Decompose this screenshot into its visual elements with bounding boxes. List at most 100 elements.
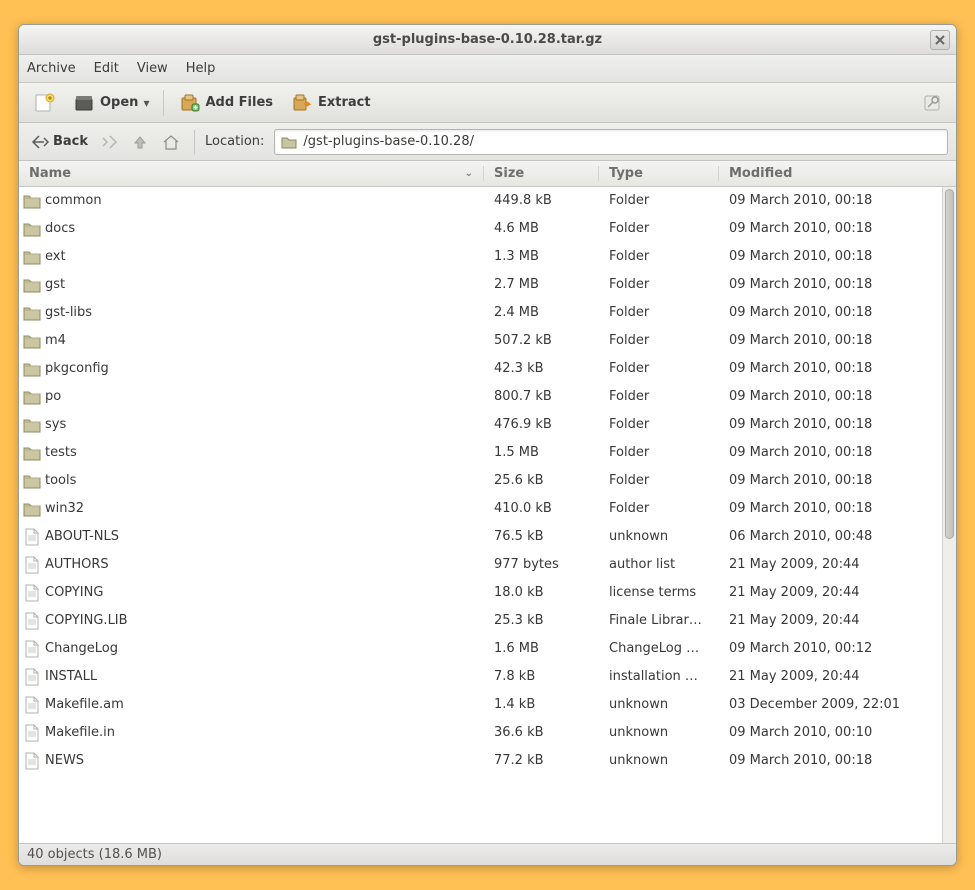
navbar: Back Location: /gst-plugins-base-0.10.28… — [19, 123, 956, 161]
location-field[interactable]: /gst-plugins-base-0.10.28/ — [274, 129, 948, 155]
file-name: AUTHORS — [45, 557, 484, 572]
file-modified: 21 May 2009, 20:44 — [719, 613, 942, 628]
table-row[interactable]: COPYING18.0 kBlicense terms21 May 2009, … — [19, 579, 942, 607]
extract-button[interactable]: Extract — [285, 88, 377, 118]
home-icon — [162, 134, 180, 150]
new-archive-icon — [33, 92, 55, 114]
menu-view[interactable]: View — [137, 61, 168, 76]
file-type: Folder — [599, 473, 719, 488]
table-row[interactable]: Makefile.in36.6 kBunknown09 March 2010, … — [19, 719, 942, 747]
file-size: 42.3 kB — [484, 361, 599, 376]
file-type: unknown — [599, 529, 719, 544]
file-icon — [19, 752, 45, 770]
file-modified: 21 May 2009, 20:44 — [719, 585, 942, 600]
file-icon — [19, 612, 45, 630]
scrollbar-thumb[interactable] — [945, 189, 954, 539]
folder-icon — [19, 221, 45, 237]
file-size: 1.6 MB — [484, 641, 599, 656]
file-name: COPYING — [45, 585, 484, 600]
add-files-label: Add Files — [205, 95, 273, 110]
file-name: Makefile.am — [45, 697, 484, 712]
file-modified: 09 March 2010, 00:18 — [719, 753, 942, 768]
forward-button[interactable] — [98, 128, 122, 156]
column-modified[interactable]: Modified — [719, 166, 956, 181]
table-row[interactable]: gst-libs2.4 MBFolder09 March 2010, 00:18 — [19, 299, 942, 327]
file-type: Folder — [599, 389, 719, 404]
table-row[interactable]: Makefile.am1.4 kBunknown03 December 2009… — [19, 691, 942, 719]
file-size: 77.2 kB — [484, 753, 599, 768]
add-files-button[interactable]: Add Files — [172, 88, 279, 118]
home-button[interactable] — [158, 128, 184, 156]
file-size: 4.6 MB — [484, 221, 599, 236]
table-row[interactable]: COPYING.LIB25.3 kBFinale Librar…21 May 2… — [19, 607, 942, 635]
file-modified: 09 March 2010, 00:12 — [719, 641, 942, 656]
table-row[interactable]: po800.7 kBFolder09 March 2010, 00:18 — [19, 383, 942, 411]
new-archive-button[interactable] — [27, 88, 61, 118]
folder-icon — [19, 193, 45, 209]
file-name: win32 — [45, 501, 484, 516]
menu-archive[interactable]: Archive — [27, 61, 76, 76]
file-size: 7.8 kB — [484, 669, 599, 684]
table-row[interactable]: pkgconfig42.3 kBFolder09 March 2010, 00:… — [19, 355, 942, 383]
file-name: ABOUT-NLS — [45, 529, 484, 544]
file-name: m4 — [45, 333, 484, 348]
folder-icon — [19, 473, 45, 489]
file-type: license terms — [599, 585, 719, 600]
file-modified: 09 March 2010, 00:18 — [719, 417, 942, 432]
column-size[interactable]: Size — [484, 166, 599, 181]
file-type: Folder — [599, 417, 719, 432]
file-name: common — [45, 193, 484, 208]
column-type[interactable]: Type — [599, 166, 719, 181]
sort-indicator-icon: ⌄ — [465, 168, 473, 179]
menu-edit[interactable]: Edit — [94, 61, 119, 76]
file-modified: 09 March 2010, 00:18 — [719, 249, 942, 264]
up-icon — [132, 134, 148, 150]
table-row[interactable]: docs4.6 MBFolder09 March 2010, 00:18 — [19, 215, 942, 243]
file-modified: 09 March 2010, 00:18 — [719, 193, 942, 208]
column-name-label: Name — [29, 166, 71, 181]
folder-icon — [281, 135, 297, 149]
table-row[interactable]: tests1.5 MBFolder09 March 2010, 00:18 — [19, 439, 942, 467]
menu-help[interactable]: Help — [186, 61, 216, 76]
table-row[interactable]: gst2.7 MBFolder09 March 2010, 00:18 — [19, 271, 942, 299]
table-row[interactable]: AUTHORS977 bytesauthor list21 May 2009, … — [19, 551, 942, 579]
table-row[interactable]: sys476.9 kBFolder09 March 2010, 00:18 — [19, 411, 942, 439]
file-modified: 09 March 2010, 00:10 — [719, 725, 942, 740]
folder-icon — [19, 249, 45, 265]
folder-icon — [19, 501, 45, 517]
table-row[interactable]: ext1.3 MBFolder09 March 2010, 00:18 — [19, 243, 942, 271]
up-button[interactable] — [128, 128, 152, 156]
table-row[interactable]: m4507.2 kBFolder09 March 2010, 00:18 — [19, 327, 942, 355]
status-text: 40 objects (18.6 MB) — [27, 847, 162, 862]
file-type: Folder — [599, 333, 719, 348]
back-button[interactable]: Back — [27, 128, 92, 156]
menubar: Archive Edit View Help — [19, 55, 956, 83]
column-name[interactable]: Name ⌄ — [19, 166, 484, 181]
file-type: Folder — [599, 361, 719, 376]
toolbar: Open ▾ Add Files Extract — [19, 83, 956, 123]
table-row[interactable]: ChangeLog1.6 MBChangeLog …09 March 2010,… — [19, 635, 942, 663]
table-row[interactable]: INSTALL7.8 kBinstallation …21 May 2009, … — [19, 663, 942, 691]
table-row[interactable]: common449.8 kBFolder09 March 2010, 00:18 — [19, 187, 942, 215]
table-row[interactable]: ABOUT-NLS76.5 kBunknown06 March 2010, 00… — [19, 523, 942, 551]
file-icon — [19, 584, 45, 602]
file-name: tests — [45, 445, 484, 460]
table-row[interactable]: tools25.6 kBFolder09 March 2010, 00:18 — [19, 467, 942, 495]
vertical-scrollbar[interactable] — [942, 187, 956, 843]
file-size: 800.7 kB — [484, 389, 599, 404]
file-modified: 21 May 2009, 20:44 — [719, 669, 942, 684]
table-row[interactable]: win32410.0 kBFolder09 March 2010, 00:18 — [19, 495, 942, 523]
file-icon — [19, 528, 45, 546]
properties-button[interactable] — [916, 88, 948, 118]
file-type: Folder — [599, 445, 719, 460]
table-row[interactable]: NEWS77.2 kBunknown09 March 2010, 00:18 — [19, 747, 942, 775]
file-size: 1.3 MB — [484, 249, 599, 264]
window-close-button[interactable] — [930, 30, 950, 50]
file-type: Folder — [599, 249, 719, 264]
open-button[interactable]: Open ▾ — [67, 88, 155, 118]
file-modified: 09 March 2010, 00:18 — [719, 445, 942, 460]
file-icon — [19, 556, 45, 574]
folder-icon — [19, 305, 45, 321]
file-list[interactable]: common449.8 kBFolder09 March 2010, 00:18… — [19, 187, 942, 843]
column-modified-label: Modified — [729, 166, 792, 181]
